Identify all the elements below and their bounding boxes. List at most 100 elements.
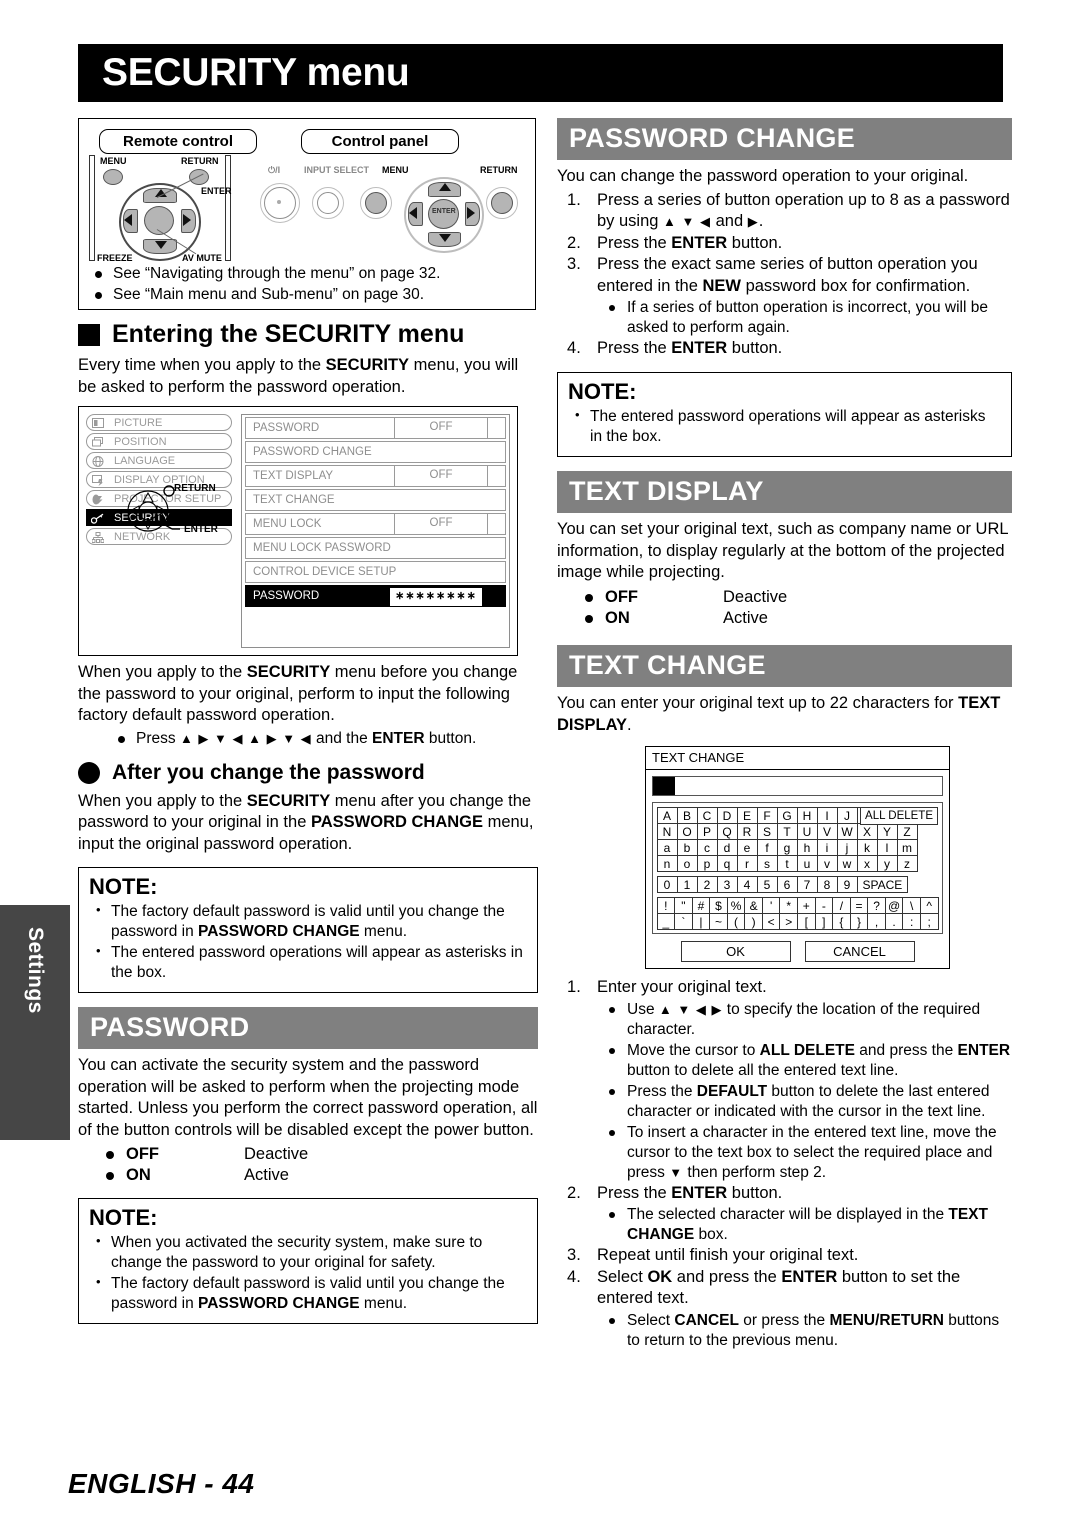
keyboard-key-number[interactable]: 1 (676, 875, 698, 893)
keyboard-key[interactable]: v (816, 854, 838, 872)
keyboard-key-symbol[interactable]: \ (902, 896, 921, 914)
keyboard-key-number[interactable]: 5 (756, 875, 778, 893)
panel-menu-button[interactable] (365, 192, 387, 214)
keyboard-key[interactable]: V (816, 822, 838, 840)
osd-row-password-change[interactable]: PASSWORD CHANGE (245, 441, 506, 463)
keyboard-key[interactable]: o (676, 854, 698, 872)
keyboard-key-symbol[interactable]: { (832, 912, 851, 930)
osd-row-text-display[interactable]: TEXT DISPLAY OFF (245, 465, 506, 487)
keyboard-key-symbol[interactable]: ' (761, 896, 781, 914)
keyboard-key-number[interactable]: 0 (656, 875, 678, 893)
keyboard-key-number[interactable]: 3 (716, 875, 738, 893)
keyboard-key-symbol[interactable]: [ (797, 912, 816, 930)
osd-row-menu-lock[interactable]: MENU LOCK OFF (245, 513, 506, 535)
keyboard-key[interactable]: F (756, 806, 778, 824)
keyboard-key[interactable]: a (656, 838, 678, 856)
cancel-button[interactable]: CANCEL (804, 941, 915, 963)
keyboard-key-symbol[interactable]: ~ (709, 912, 728, 930)
keyboard-key[interactable]: J (836, 806, 858, 824)
sidebar-item-position[interactable]: POSITION (86, 433, 232, 450)
keyboard-key-symbol[interactable]: ^ (919, 896, 939, 914)
keyboard-key[interactable]: j (836, 838, 858, 856)
keyboard-key-number[interactable]: 2 (696, 875, 718, 893)
keyboard-key-symbol[interactable]: | (691, 912, 711, 930)
keyboard-key[interactable]: r (736, 854, 758, 872)
keyboard-key-symbol[interactable]: } (849, 912, 869, 930)
keyboard-key[interactable]: u (796, 854, 818, 872)
keyboard-key-symbol[interactable]: ? (867, 896, 886, 914)
keyboard-key[interactable]: C (696, 806, 718, 824)
panel-dpad[interactable]: ENTER (404, 177, 484, 253)
osd-row-control-device-setup[interactable]: CONTROL DEVICE SETUP (245, 561, 506, 583)
keyboard-key[interactable]: S (756, 822, 778, 840)
keyboard-key-symbol[interactable]: ] (814, 912, 834, 930)
keyboard-key[interactable]: Z (896, 822, 918, 840)
keyboard-key-number[interactable]: 4 (736, 875, 758, 893)
keyboard-key[interactable]: e (736, 838, 758, 856)
keyboard-key-symbol[interactable]: ) (744, 912, 763, 930)
keyboard-key-symbol[interactable]: @ (884, 896, 904, 914)
keyboard-key[interactable]: N (656, 822, 678, 840)
keyboard-key-symbol[interactable]: = (849, 896, 869, 914)
keyboard-key[interactable]: Q (716, 822, 738, 840)
keyboard-key[interactable]: O (676, 822, 698, 840)
osd-row-password-entry[interactable]: PASSWORD ∗∗∗∗∗∗∗∗ (245, 585, 506, 607)
keyboard-key[interactable]: l (876, 838, 898, 856)
keyboard-key-symbol[interactable]: : (902, 912, 921, 930)
keyboard-key-symbol[interactable]: > (779, 912, 798, 930)
keyboard-key-number[interactable]: 6 (776, 875, 798, 893)
osd-row-text-change[interactable]: TEXT CHANGE (245, 489, 506, 511)
keyboard-key[interactable]: P (696, 822, 718, 840)
keyboard-key[interactable]: H (796, 806, 818, 824)
keyboard-key[interactable]: b (676, 838, 698, 856)
keyboard-key[interactable]: A (656, 806, 678, 824)
keyboard-key-symbol[interactable]: ( (726, 912, 746, 930)
keyboard-key-symbol[interactable]: $ (709, 896, 728, 914)
panel-return-button[interactable] (491, 192, 513, 214)
keyboard-key[interactable]: i (816, 838, 838, 856)
keyboard-key[interactable]: R (736, 822, 758, 840)
keyboard-key[interactable]: q (716, 854, 738, 872)
keyboard-key-symbol[interactable]: & (744, 896, 763, 914)
keyboard-key-symbol[interactable]: + (797, 896, 816, 914)
osd-row-menu-lock-password[interactable]: MENU LOCK PASSWORD (245, 537, 506, 559)
keyboard-key-symbol[interactable]: < (761, 912, 781, 930)
keyboard-key[interactable]: Y (876, 822, 898, 840)
panel-input-select-button[interactable] (317, 192, 339, 214)
keyboard-key[interactable]: g (776, 838, 798, 856)
keyboard-key-symbol[interactable]: ; (919, 912, 939, 930)
keyboard-key-symbol[interactable]: * (779, 896, 798, 914)
keyboard-key-symbol[interactable]: ! (656, 896, 676, 914)
keyboard-key-number[interactable]: 8 (816, 875, 838, 893)
keyboard-key-symbol[interactable]: % (726, 896, 746, 914)
keyboard-key[interactable]: G (776, 806, 798, 824)
keyboard-key[interactable]: X (856, 822, 878, 840)
keyboard-key[interactable]: D (716, 806, 738, 824)
keyboard-key[interactable]: I (816, 806, 838, 824)
keyboard-key-symbol[interactable]: ` (674, 912, 693, 930)
all-delete-key[interactable]: ALL DELETE (860, 807, 938, 826)
remote-return-button[interactable] (189, 169, 209, 185)
keyboard-key-symbol[interactable]: _ (656, 912, 676, 930)
keyboard-key[interactable]: h (796, 838, 818, 856)
keyboard-key-symbol[interactable]: " (674, 896, 693, 914)
keyboard-key-symbol[interactable]: / (832, 896, 851, 914)
keyboard-key[interactable]: p (696, 854, 718, 872)
keyboard-key[interactable]: T (776, 822, 798, 840)
ok-button[interactable]: OK (680, 941, 791, 963)
keyboard-key[interactable]: f (756, 838, 778, 856)
keyboard-key-number[interactable]: 7 (796, 875, 818, 893)
keyboard-key-symbol[interactable]: . (884, 912, 904, 930)
keyboard-key[interactable]: m (896, 838, 918, 856)
keyboard-key[interactable]: t (776, 854, 798, 872)
keyboard-key-symbol[interactable]: , (867, 912, 886, 930)
keyboard-key[interactable]: W (836, 822, 858, 840)
keyboard-key[interactable]: k (856, 838, 878, 856)
remote-dpad[interactable] (119, 173, 204, 261)
keyboard-key[interactable]: d (716, 838, 738, 856)
space-key[interactable]: SPACE (856, 875, 909, 893)
keyboard-key[interactable]: x (856, 854, 878, 872)
remote-menu-button[interactable] (103, 169, 123, 185)
keyboard-key[interactable]: E (736, 806, 758, 824)
keyboard-key[interactable]: y (876, 854, 898, 872)
